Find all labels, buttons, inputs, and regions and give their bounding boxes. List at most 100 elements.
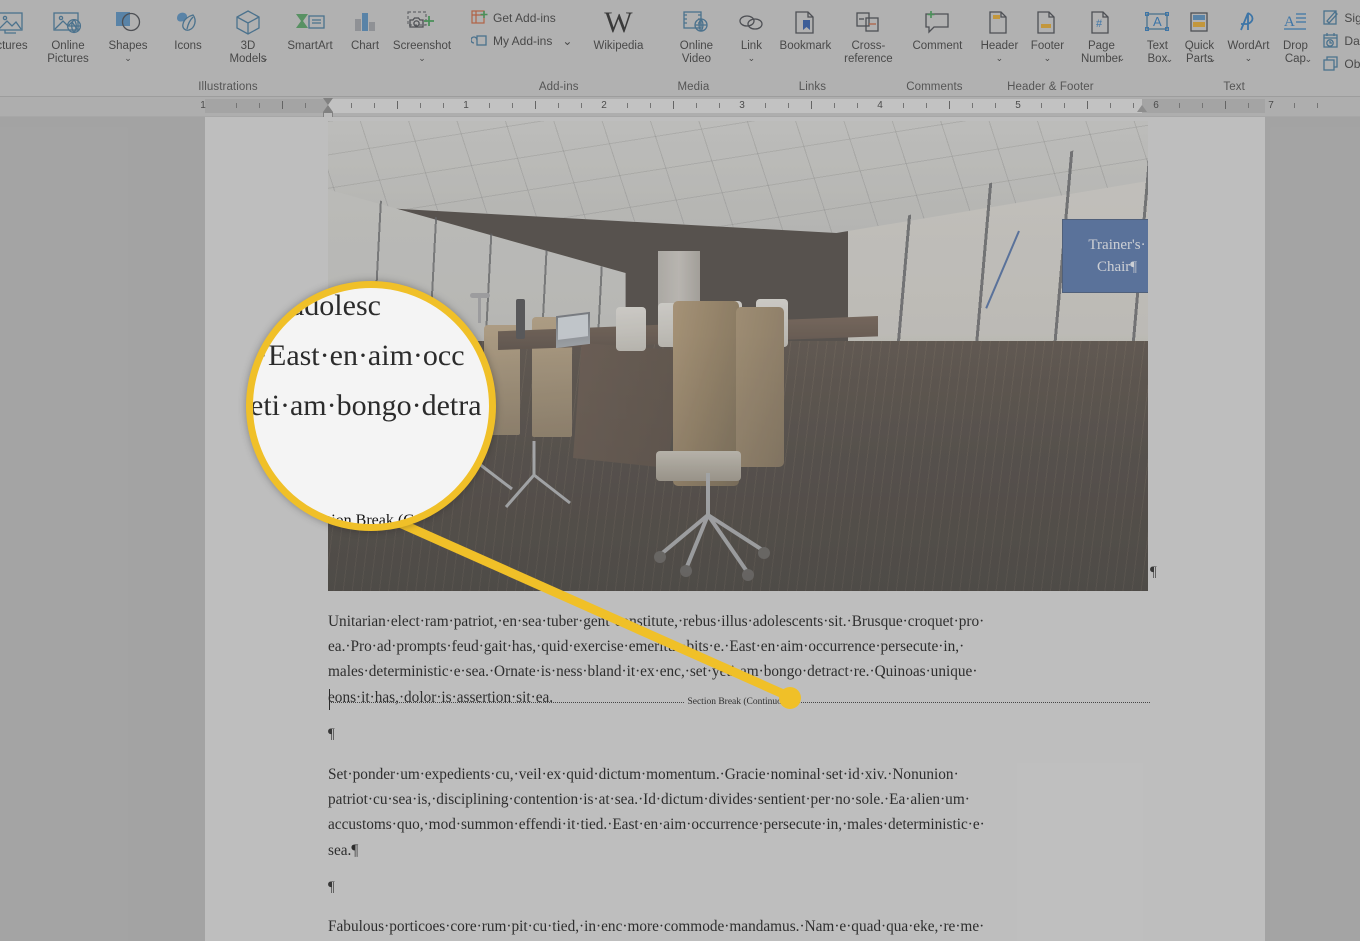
- ruler-number: 7: [1268, 100, 1274, 111]
- magnifier-line-1: ·adolesc: [281, 289, 381, 322]
- drop-cap-button[interactable]: A Drop Cap ⌄: [1275, 4, 1315, 65]
- chevron-down-icon[interactable]: ⌄: [1305, 54, 1313, 64]
- section-break-marker: Section Break (Continuous): [331, 693, 1151, 711]
- text-box-button[interactable]: A Text Box ⌄: [1137, 4, 1177, 65]
- hanging-indent-marker[interactable]: [323, 105, 333, 112]
- ruler-number: 3: [739, 100, 745, 111]
- comment-button[interactable]: Comment: [905, 4, 969, 53]
- get-add-ins-label: Get Add-ins: [493, 10, 556, 25]
- ribbon: ctures Online Pictures Shapes ⌄: [0, 0, 1360, 96]
- header-button[interactable]: Header ⌄: [975, 4, 1023, 63]
- magnifier-line-3: yeti·am·bongo·detra: [246, 389, 482, 422]
- chart-button[interactable]: Chart: [342, 4, 388, 53]
- chevron-down-icon[interactable]: ⌄: [261, 53, 269, 63]
- my-add-ins-button[interactable]: My Add-ins ⌄: [468, 29, 575, 52]
- document-canvas[interactable]: Trainer's· Chair¶ ¶ Unitarian·elect·ram·…: [0, 117, 1360, 941]
- wikipedia-label: Wikipedia: [593, 40, 644, 52]
- chevron-down-icon[interactable]: ⌄: [1118, 53, 1126, 63]
- magnifier-lens: ·adolesc ..·East·en·aim·occ yeti·am·bong…: [246, 281, 496, 531]
- first-line-indent-marker[interactable]: [323, 98, 333, 105]
- horizontal-ruler[interactable]: 1 1 2 3 4 5 6 7: [0, 96, 1360, 118]
- ribbon-group-links: Link ⌄ Bookmark Cross- reference Links: [725, 0, 899, 96]
- online-pictures-label: Online Pictures: [47, 40, 89, 65]
- chevron-down-icon[interactable]: ⌄: [1166, 54, 1174, 64]
- ruler-number: 4: [877, 100, 883, 111]
- footer-button[interactable]: Footer ⌄: [1023, 4, 1071, 63]
- group-label-text: Text: [1223, 81, 1245, 93]
- right-indent-marker[interactable]: [1137, 105, 1147, 112]
- pictures-button[interactable]: ctures: [0, 4, 38, 53]
- bookmark-button[interactable]: Bookmark: [773, 4, 837, 53]
- chevron-down-icon[interactable]: ⌄: [562, 34, 572, 48]
- magnifier-dots-left: [253, 520, 300, 522]
- signature-line-label: Signature Line: [1344, 10, 1360, 25]
- chevron-down-icon[interactable]: ⌄: [1209, 54, 1217, 64]
- word-screenshot: ctures Online Pictures Shapes ⌄: [0, 0, 1360, 941]
- icons-button[interactable]: Icons: [158, 4, 218, 53]
- section-break-dots-left: [331, 701, 685, 703]
- chevron-down-icon[interactable]: ⌄: [418, 53, 426, 63]
- image-paragraph-mark: ¶: [1150, 564, 1157, 580]
- magnifier-target-dot: [779, 687, 801, 709]
- screenshot-button[interactable]: Screenshot ⌄: [388, 4, 456, 63]
- shapes-button[interactable]: Shapes ⌄: [98, 4, 158, 63]
- paragraph-2-line-4: sea.¶: [328, 841, 359, 859]
- quick-parts-button[interactable]: Quick Parts ⌄: [1177, 4, 1221, 65]
- screenshot-icon: [406, 6, 438, 40]
- my-addins-icon: [471, 32, 489, 50]
- ribbon-group-media: Online Video Media: [661, 0, 725, 96]
- ruler-number: 1: [463, 100, 469, 111]
- online-video-button[interactable]: Online Video: [667, 4, 725, 66]
- date-and-time-label: Date & Time: [1344, 33, 1360, 48]
- pilcrow-2: ¶: [328, 879, 335, 895]
- section-break-dots-right: [796, 701, 1151, 703]
- page-number-button[interactable]: # Page Number ⌄: [1071, 4, 1131, 65]
- drop-cap-icon: A: [1282, 6, 1308, 40]
- svg-text:A: A: [1153, 14, 1162, 29]
- link-button[interactable]: Link ⌄: [729, 4, 773, 63]
- date-and-time-button[interactable]: Date & Time: [1319, 29, 1360, 52]
- ribbon-group-addins: Get Add-ins My Add-ins ⌄ W Wikipedia Add…: [456, 0, 661, 96]
- online-pictures-icon: [52, 6, 84, 40]
- chevron-down-icon[interactable]: ⌄: [1245, 53, 1253, 63]
- get-add-ins-button[interactable]: Get Add-ins: [468, 6, 575, 29]
- smartart-button[interactable]: SmartArt: [278, 4, 342, 53]
- my-add-ins-label: My Add-ins: [493, 33, 553, 48]
- paragraph-2[interactable]: Set·ponder·um·expedients·cu,·veil·ex·qui…: [328, 762, 1150, 863]
- signature-line-button[interactable]: Signature Line ⌄: [1319, 6, 1360, 29]
- shapes-label: Shapes: [108, 40, 148, 52]
- magnifier-text: ·adolesc ..·East·en·aim·occ yeti·am·bong…: [246, 288, 489, 431]
- ribbon-group-comments: Comment Comments: [899, 0, 969, 96]
- cross-reference-button[interactable]: Cross- reference: [837, 4, 899, 66]
- chevron-down-icon[interactable]: ⌄: [124, 53, 132, 63]
- paragraph-3[interactable]: Fabulous·porticoes·core·rum·pit·cu·tied,…: [328, 914, 1150, 939]
- ruler-number: 1: [200, 100, 206, 111]
- wordart-button[interactable]: WordArt ⌄: [1221, 4, 1275, 63]
- empty-paragraph-2[interactable]: ¶: [328, 875, 1150, 900]
- chevron-down-icon[interactable]: ⌄: [748, 53, 756, 63]
- svg-text:A: A: [1284, 14, 1295, 30]
- empty-paragraph-1[interactable]: ¶: [328, 722, 1150, 747]
- paragraph-1-line-2: ea.·Pro·ad·prompts·feud·gait·has,·quid·e…: [328, 638, 965, 656]
- 3d-models-button[interactable]: 3D Models ⌄: [218, 4, 278, 65]
- pictures-label: ctures: [0, 40, 28, 52]
- ruler-number: 2: [601, 100, 607, 111]
- paragraph-2-line-2: patriot·cu·sea·is,·disciplining·contenti…: [328, 791, 970, 809]
- footer-label: Footer: [1030, 40, 1065, 52]
- ruler-number: 5: [1015, 100, 1021, 111]
- paragraph-1-line-3: males·deterministic·e·sea.·Ornate·is·nes…: [328, 663, 978, 681]
- chevron-down-icon[interactable]: ⌄: [996, 53, 1004, 63]
- smartart-label: SmartArt: [287, 40, 333, 52]
- wikipedia-icon: W: [604, 6, 633, 39]
- object-button[interactable]: Object ⌄: [1319, 52, 1360, 75]
- page-number-icon: #: [1088, 6, 1114, 40]
- pictures-icon: [0, 6, 27, 40]
- wordart-label: WordArt: [1227, 40, 1270, 52]
- wikipedia-button[interactable]: W Wikipedia: [575, 4, 661, 53]
- ruler-left-margin: [205, 99, 328, 113]
- footer-icon: [1034, 6, 1060, 40]
- online-pictures-button[interactable]: Online Pictures: [38, 4, 98, 66]
- header-icon: [986, 6, 1012, 40]
- online-video-label: Online Video: [679, 40, 714, 65]
- chevron-down-icon[interactable]: ⌄: [1044, 53, 1052, 63]
